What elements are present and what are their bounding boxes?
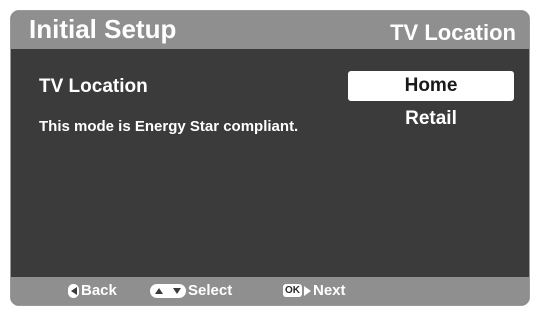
up-arrow-icon	[155, 287, 163, 294]
next-hint[interactable]: OK Next	[283, 282, 346, 299]
page-title: Initial Setup	[29, 14, 177, 44]
setting-label: TV Location	[39, 76, 148, 97]
header-bar: Initial Setup TV Location	[11, 11, 529, 49]
footer-hints: Back Select OK Next	[11, 277, 529, 305]
next-hint-label: Next	[313, 282, 346, 299]
ok-button-icon: OK	[283, 284, 302, 297]
option-retail[interactable]: Retail	[348, 104, 514, 134]
down-arrow-icon	[173, 287, 181, 294]
section-title: TV Location	[390, 20, 516, 45]
back-hint-label: Back	[81, 282, 117, 299]
left-arrow-button-icon	[68, 283, 79, 298]
setting-description: This mode is Energy Star compliant.	[39, 118, 299, 135]
up-down-arrow-buttons-icon	[150, 283, 186, 298]
select-hint[interactable]: Select	[150, 282, 232, 299]
right-arrow-icon	[304, 285, 311, 296]
back-hint[interactable]: Back	[68, 282, 117, 299]
setup-dialog: Initial Setup TV Location TV Location Th…	[10, 10, 530, 306]
option-home[interactable]: Home	[348, 71, 514, 101]
select-hint-label: Select	[188, 282, 233, 299]
